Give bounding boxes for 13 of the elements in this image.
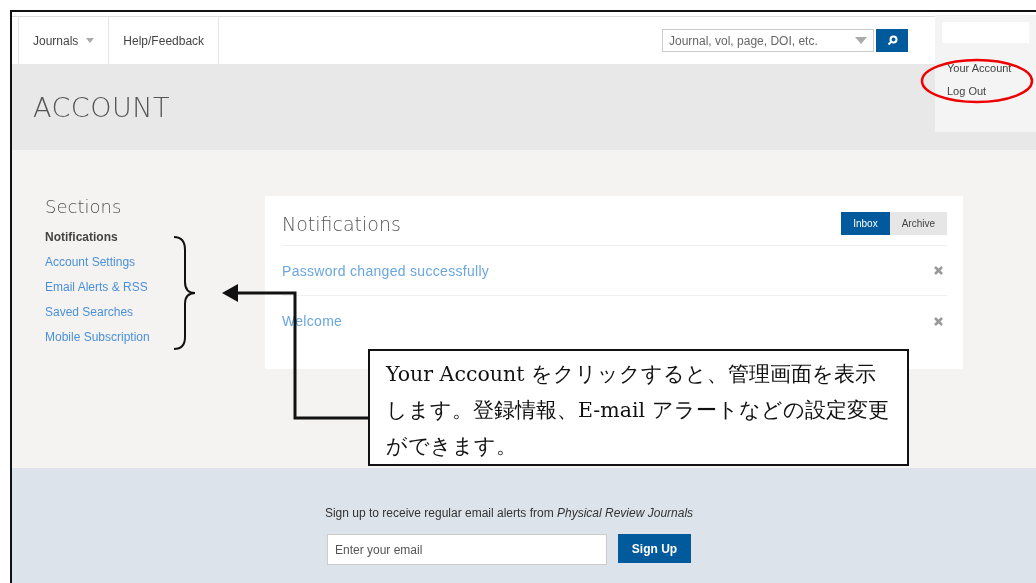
sections-heading: Sections	[45, 196, 123, 217]
email-field[interactable]: Enter your email	[327, 534, 607, 565]
section-link[interactable]: Notifications	[45, 225, 265, 250]
tab[interactable]: Inbox	[841, 212, 890, 235]
card-title: Notifications	[282, 212, 401, 235]
tab[interactable]: Archive	[889, 212, 947, 235]
menu-item[interactable]: Log Out	[942, 80, 1029, 103]
annotation-text: Your Account をクリックすると、管理画面を表示します。登録情報、E-mail アラートなどの設定変更ができます。	[368, 349, 909, 466]
signup-text: Sign up to receive regular email alerts from Physical Review Journals	[324, 506, 694, 520]
search-field[interactable]: Journal, vol, page, DOI, etc.	[662, 29, 874, 52]
page-title: ACCOUNT	[33, 91, 170, 123]
menu-item[interactable]: Your Account	[942, 57, 1029, 80]
signup-button[interactable]: Sign Up	[618, 534, 691, 563]
